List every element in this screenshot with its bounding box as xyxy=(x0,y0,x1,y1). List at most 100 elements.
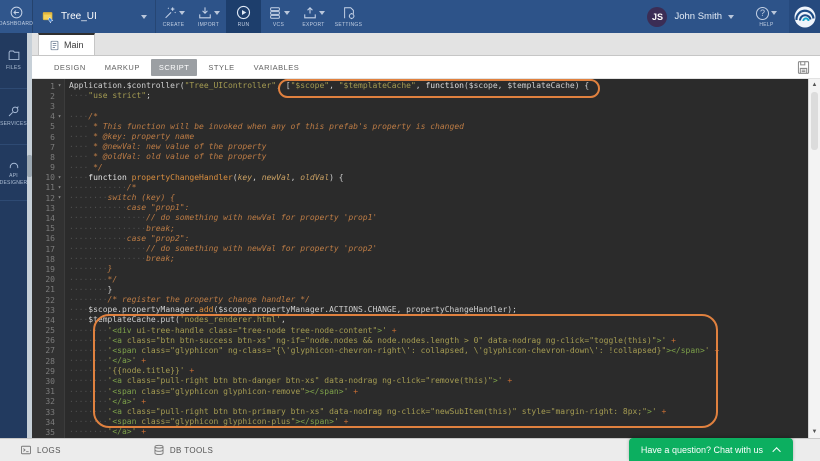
chevron-down-icon xyxy=(319,11,325,15)
line-number: 25 xyxy=(45,326,55,335)
code-line: ····function propertyChangeHandler(key, … xyxy=(69,173,808,183)
sidebar-item-files[interactable]: FILES xyxy=(0,33,27,89)
dashboard-button[interactable]: DASHBOARD xyxy=(0,0,33,33)
line-number: 34 xyxy=(45,418,55,427)
gutter-line: 22 xyxy=(32,295,64,305)
line-number: 9 xyxy=(50,163,55,172)
gutter-line: 15 xyxy=(32,224,64,234)
line-number: 26 xyxy=(45,336,55,345)
line-number: 29 xyxy=(45,367,55,376)
help-menu[interactable]: ? HELP xyxy=(756,6,777,28)
line-number: 2 xyxy=(50,92,55,101)
subtab-style[interactable]: STYLE xyxy=(200,59,242,76)
create-menu-iconrow xyxy=(163,5,185,20)
import-icon xyxy=(198,6,212,20)
sidebar-item-api-designer[interactable]: API DESIGNER xyxy=(0,145,27,201)
subtab-variables[interactable]: VARIABLES xyxy=(246,59,308,76)
line-number: 20 xyxy=(45,275,55,284)
fold-marker-icon[interactable]: ▾ xyxy=(55,173,64,183)
code-line: ················break; xyxy=(69,224,808,234)
gutter-line: 1▾ xyxy=(32,81,64,91)
code-line: ········'<a class="btn btn-success btn-x… xyxy=(69,336,808,346)
gutter-line: 34 xyxy=(32,417,64,427)
code-line: ····$templateCache.put('nodes_renderer.h… xyxy=(69,315,808,325)
line-number: 28 xyxy=(45,357,55,366)
gutter-line: 21 xyxy=(32,285,64,295)
export-menu-iconrow xyxy=(303,5,325,20)
code-line: ············case "prop2": xyxy=(69,234,808,244)
db-tools-button[interactable]: DB TOOLS xyxy=(153,444,213,456)
line-number: 27 xyxy=(45,346,55,355)
wave-logo-icon xyxy=(793,5,817,29)
line-number: 14 xyxy=(45,214,55,223)
subtab-bar: DESIGNMARKUPSCRIPTSTYLEVARIABLES xyxy=(32,56,820,79)
run-menu[interactable]: RUN xyxy=(226,0,261,33)
create-menu[interactable]: CREATE xyxy=(156,0,191,33)
sidebar-item-api-designer-label: API DESIGNER xyxy=(0,173,27,187)
code-line: ···· * @key: property name xyxy=(69,132,808,142)
line-number: 24 xyxy=(45,316,55,325)
line-number: 3 xyxy=(50,102,55,111)
subtab-design[interactable]: DESIGN xyxy=(46,59,94,76)
chat-button[interactable]: Have a question? Chat with us xyxy=(629,438,793,461)
save-file-icon[interactable] xyxy=(796,60,811,75)
code-line: ···· */ xyxy=(69,163,808,173)
gutter-line: 23 xyxy=(32,305,64,315)
dashboard-back-icon xyxy=(10,6,23,19)
settings-menu[interactable]: SETTINGS xyxy=(331,0,366,33)
code-line: ········switch (key) { xyxy=(69,193,808,203)
editor-scrollbar[interactable]: ▲ ▼ xyxy=(808,79,820,438)
services-icon xyxy=(7,105,20,118)
logs-button[interactable]: LOGS xyxy=(20,444,61,456)
folder-icon xyxy=(7,49,21,62)
line-number: 8 xyxy=(50,153,55,162)
import-menu[interactable]: IMPORT xyxy=(191,0,226,33)
fold-marker-icon[interactable]: ▾ xyxy=(55,112,64,122)
code-line: ········'<div ui-tree-handle class="tree… xyxy=(69,326,808,336)
code-line: ················// do something with new… xyxy=(69,244,808,254)
vcs-menu[interactable]: VCS xyxy=(261,0,296,33)
sidebar-item-services[interactable]: SERVICES xyxy=(0,89,27,145)
code-lines[interactable]: Application.$controller("Tree_UIControll… xyxy=(65,79,808,438)
line-number: 21 xyxy=(45,285,55,294)
export-menu[interactable]: EXPORT xyxy=(296,0,331,33)
export-menu-label: EXPORT xyxy=(302,22,324,28)
gutter-line: 18 xyxy=(32,254,64,264)
code-line: ········'</a>' + xyxy=(69,427,808,437)
subtab-script[interactable]: SCRIPT xyxy=(151,59,198,76)
fold-marker-icon[interactable]: ▾ xyxy=(55,183,64,193)
settings-menu-label: SETTINGS xyxy=(335,22,362,28)
project-selector[interactable]: Tree_UI xyxy=(33,0,155,33)
line-number: 19 xyxy=(45,265,55,274)
line-number: 30 xyxy=(45,377,55,386)
scrollbar-thumb[interactable] xyxy=(811,92,818,150)
wand-icon xyxy=(163,6,177,20)
wavemaker-logo[interactable] xyxy=(789,0,820,33)
gutter-line: 14 xyxy=(32,213,64,223)
page-icon xyxy=(49,40,60,51)
scroll-up-icon[interactable]: ▲ xyxy=(809,80,820,90)
dashboard-label: DASHBOARD xyxy=(0,21,33,27)
line-number: 23 xyxy=(45,306,55,315)
fold-marker-icon[interactable]: ▾ xyxy=(55,193,64,203)
code-editor[interactable]: 1▾234▾5678910▾11▾12▾13141516171819202122… xyxy=(32,79,820,438)
scroll-down-icon[interactable]: ▼ xyxy=(809,427,820,437)
gutter-line: 9 xyxy=(32,163,64,173)
code-line: ········'<span class="glyphicon glyphico… xyxy=(69,387,808,397)
chevron-up-icon xyxy=(772,447,780,455)
gutter-line: 31 xyxy=(32,387,64,397)
gutter-line: 13 xyxy=(32,203,64,213)
line-number: 33 xyxy=(45,408,55,417)
line-number: 16 xyxy=(45,234,55,243)
subtab-markup[interactable]: MARKUP xyxy=(97,59,148,76)
vcs-menu-iconrow xyxy=(268,5,290,20)
fold-marker-icon[interactable]: ▾ xyxy=(55,81,64,91)
tab-main[interactable]: Main xyxy=(38,33,95,55)
run-menu-label: RUN xyxy=(238,22,250,28)
gutter-line: 32 xyxy=(32,397,64,407)
line-number: 31 xyxy=(45,387,55,396)
chevron-down-icon xyxy=(728,15,734,19)
topbar: DASHBOARD Tree_UI CREATEIMPORT RUN VCS EXPO… xyxy=(0,0,820,33)
gutter-line: 4▾ xyxy=(32,112,64,122)
user-menu[interactable]: JS John Smith xyxy=(647,7,734,27)
